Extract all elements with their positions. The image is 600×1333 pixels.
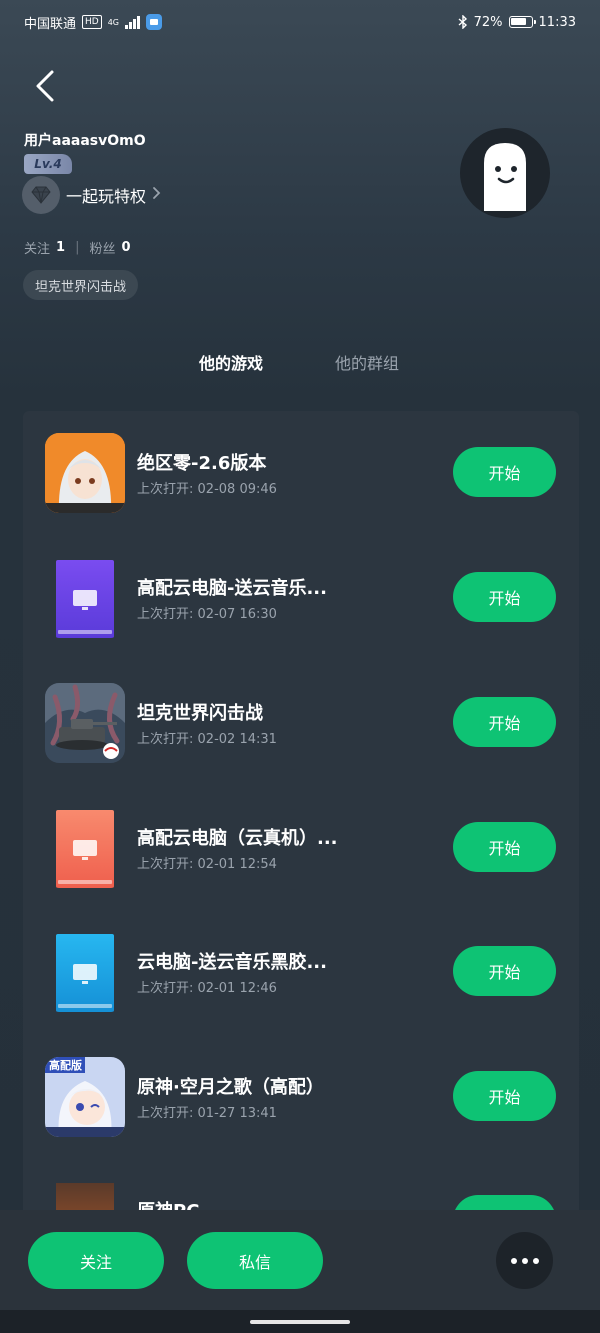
last-opened: 上次打开: 02-08 09:46 — [137, 478, 277, 497]
last-opened-label: 上次打开: — [137, 1106, 194, 1121]
genshin-paimon-icon: 高配版 — [45, 1057, 125, 1137]
start-button[interactable]: 开始 — [453, 1071, 556, 1121]
last-opened: 上次打开: 01-27 13:41 — [137, 1102, 277, 1121]
home-indicator[interactable] — [250, 1320, 350, 1324]
game-title: 坦克世界闪击战 — [137, 703, 263, 724]
cloud-pc-coral-icon — [45, 808, 125, 888]
last-opened-time: 02-07 16:30 — [197, 607, 277, 622]
hd-badge: HD — [82, 15, 102, 29]
battery-icon — [508, 16, 536, 28]
tab-his-games[interactable]: 他的游戏 — [199, 350, 264, 378]
game-title: 高配云电脑-送云音乐... — [137, 578, 327, 599]
follow-stats: 关注 1 | 粉丝 0 — [24, 238, 131, 257]
list-item[interactable]: 云电脑-送云音乐黑胶... 上次打开: 02-01 12:46 开始 — [23, 932, 579, 1012]
game-title: 原神·空月之歌（高配） — [137, 1077, 324, 1098]
last-opened-time: 02-08 09:46 — [197, 482, 277, 497]
clock: 11:33 — [538, 14, 576, 30]
more-button[interactable] — [496, 1232, 553, 1289]
list-item[interactable]: 高配云电脑-送云音乐... 上次打开: 02-07 16:30 开始 — [23, 558, 579, 638]
app-notification-icon — [146, 14, 163, 30]
signal-icon — [125, 15, 141, 29]
tab-his-groups[interactable]: 他的群组 — [335, 350, 399, 374]
last-opened-time: 01-27 13:41 — [197, 1106, 277, 1121]
following-label[interactable]: 关注 — [24, 238, 50, 257]
cloud-pc-purple-icon — [45, 558, 125, 638]
chevron-left-icon — [36, 70, 54, 102]
level-badge: Lv.4 — [24, 154, 72, 174]
game-title: 绝区零-2.6版本 — [137, 453, 267, 474]
follow-button[interactable]: 关注 — [28, 1232, 164, 1289]
tab-label: 他的群组 — [335, 354, 400, 373]
message-button[interactable]: 私信 — [187, 1232, 323, 1289]
cloud-pc-blue-icon — [45, 932, 125, 1012]
status-left: 中国联通 HD 4G — [24, 13, 163, 32]
last-opened-time: 02-02 14:31 — [197, 732, 277, 747]
game-tag[interactable]: 坦克世界闪击战 — [23, 270, 139, 300]
start-button[interactable]: 开始 — [453, 697, 556, 747]
stats-divider: | — [75, 240, 80, 255]
bottom-action-bar: 关注 私信 — [0, 1210, 600, 1310]
last-opened: 上次打开: 02-01 12:46 — [137, 977, 277, 996]
games-list: 绝区零-2.6版本 上次打开: 02-08 09:46 开始 高配云电脑-送云音… — [23, 411, 579, 1271]
avatar[interactable] — [460, 128, 550, 218]
bluetooth-icon — [458, 15, 467, 29]
start-button[interactable]: 开始 — [453, 946, 556, 996]
ghost-avatar-icon — [484, 143, 526, 211]
last-opened-label: 上次打开: — [137, 482, 194, 497]
start-button[interactable]: 开始 — [453, 447, 556, 497]
start-button[interactable]: 开始 — [453, 572, 556, 622]
profile-tabs: 他的游戏 他的群组 — [0, 350, 600, 382]
game-title: 云电脑-送云音乐黑胶... — [137, 952, 327, 973]
diamond-icon — [22, 176, 60, 214]
privilege-label: 一起玩特权 — [66, 187, 147, 206]
status-right: 72% 11:33 — [458, 15, 576, 30]
last-opened: 上次打开: 02-07 16:30 — [137, 603, 277, 622]
followers-label[interactable]: 粉丝 — [89, 238, 115, 257]
username: 用户aaaasvOmO — [24, 133, 146, 149]
last-opened-label: 上次打开: — [137, 857, 194, 872]
privilege-link[interactable]: 一起玩特权 — [22, 176, 162, 214]
status-bar: 中国联通 HD 4G 72% 11:33 — [0, 0, 600, 44]
list-item[interactable]: 坦克世界闪击战 上次打开: 02-02 14:31 开始 — [23, 683, 579, 763]
battery-percent: 72% — [473, 14, 503, 30]
followers-count[interactable]: 0 — [121, 240, 130, 255]
last-opened-time: 02-01 12:54 — [197, 857, 277, 872]
last-opened-label: 上次打开: — [137, 981, 194, 996]
more-dots-icon — [510, 1257, 517, 1264]
chevron-right-icon — [152, 185, 162, 206]
back-button[interactable] — [26, 66, 62, 106]
list-item[interactable]: 高配版 原神·空月之歌（高配） 上次打开: 01-27 13:41 开始 — [23, 1057, 579, 1137]
high-config-badge: 高配版 — [49, 1059, 82, 1072]
start-button[interactable]: 开始 — [453, 822, 556, 872]
tab-label: 他的游戏 — [199, 354, 264, 373]
carrier-label: 中国联通 — [24, 16, 77, 32]
last-opened: 上次打开: 02-02 14:31 — [137, 728, 277, 747]
last-opened-label: 上次打开: — [137, 732, 194, 747]
tank-kraken-icon — [45, 683, 125, 763]
following-count[interactable]: 1 — [56, 240, 65, 255]
last-opened-time: 02-01 12:46 — [197, 981, 277, 996]
network-type: 4G — [107, 17, 120, 27]
last-opened-label: 上次打开: — [137, 607, 194, 622]
game-title: 高配云电脑（云真机）... — [137, 828, 338, 849]
profile-screen: 中国联通 HD 4G 72% 11:33 用户aaaasvOmO Lv.4 一起… — [0, 0, 600, 1333]
list-item[interactable]: 绝区零-2.6版本 上次打开: 02-08 09:46 开始 — [23, 433, 579, 513]
zzz-character-icon — [45, 433, 125, 513]
list-item[interactable]: 高配云电脑（云真机）... 上次打开: 02-01 12:54 开始 — [23, 808, 579, 888]
last-opened: 上次打开: 02-01 12:54 — [137, 853, 277, 872]
